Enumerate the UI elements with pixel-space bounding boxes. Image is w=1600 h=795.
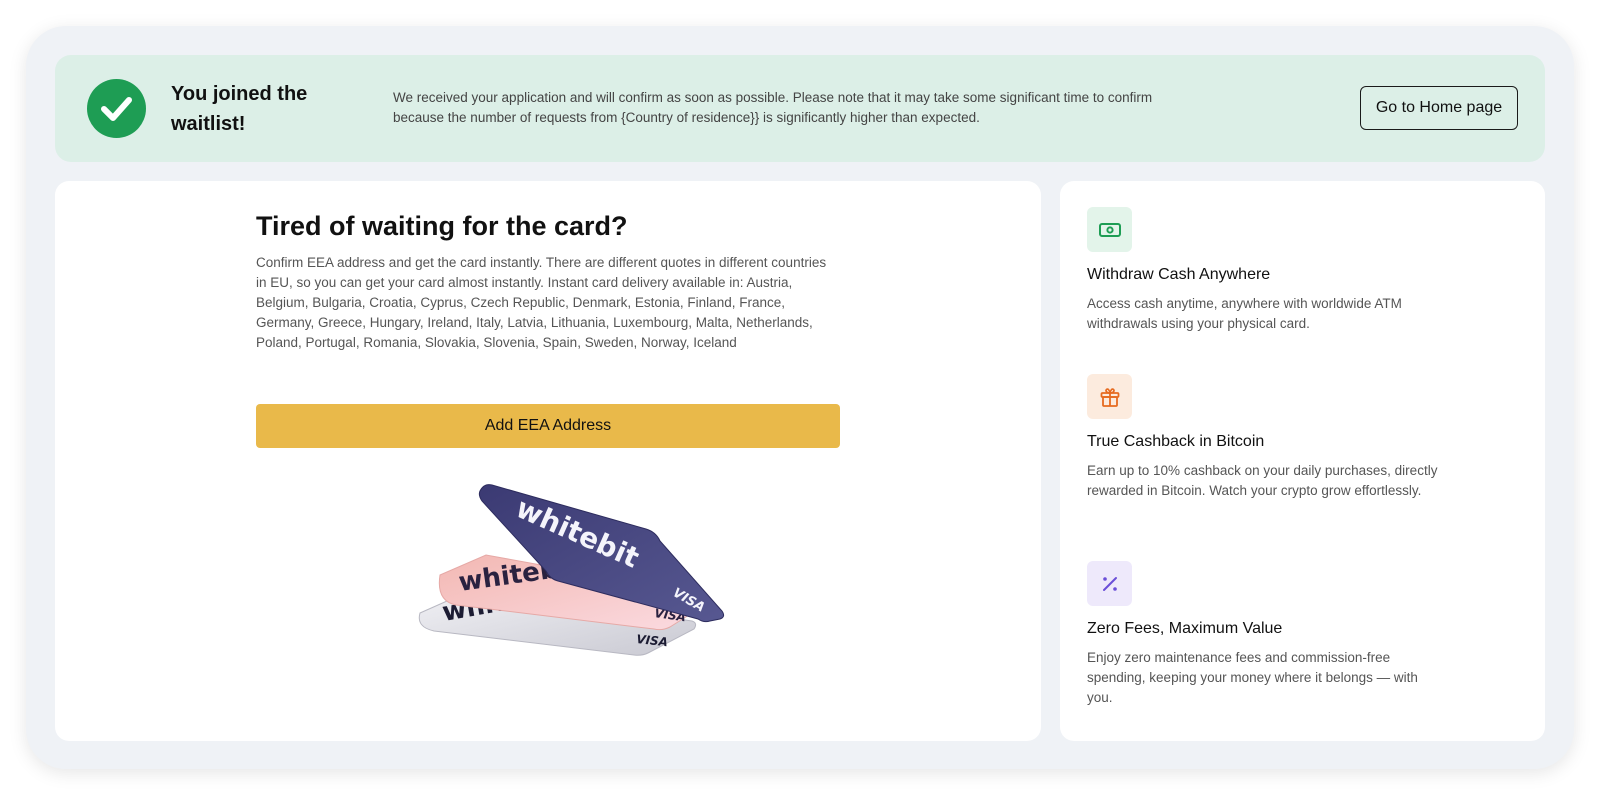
feature-description: Enjoy zero maintenance fees and commissi… — [1087, 650, 1418, 705]
promo-description: Confirm EEA address and get the card ins… — [256, 255, 827, 350]
app-frame: You joined the waitlist! We received you… — [26, 26, 1574, 769]
gift-icon — [1087, 374, 1132, 419]
banner-message: We received your application and will co… — [393, 90, 1153, 125]
percent-icon — [1087, 561, 1132, 606]
cards-illustration: whitebit VISA whitebit VISA whitebit VIS… — [418, 484, 725, 656]
go-home-button[interactable]: Go to Home page — [1360, 86, 1518, 130]
feature-cashback: True Cashback in Bitcoin Earn up to 10% … — [1087, 374, 1467, 501]
feature-title: True Cashback in Bitcoin — [1087, 433, 1265, 450]
waitlist-banner: You joined the waitlist! We received you… — [55, 55, 1545, 162]
features-card: Withdraw Cash Anywhere Access cash anyti… — [1060, 181, 1545, 741]
feature-description: Access cash anytime, anywhere with world… — [1087, 296, 1402, 331]
banner-title: You joined the waitlist! — [171, 83, 308, 135]
feature-description: Earn up to 10% cashback on your daily pu… — [1087, 463, 1438, 498]
promo-card: Tired of waiting for the card? Confirm E… — [55, 181, 1041, 741]
cash-icon — [1087, 207, 1132, 252]
add-eea-address-button[interactable]: Add EEA Address — [256, 404, 840, 448]
feature-withdraw-cash: Withdraw Cash Anywhere Access cash anyti… — [1087, 207, 1467, 334]
promo-title: Tired of waiting for the card? — [256, 211, 628, 241]
feature-zero-fees: Zero Fees, Maximum Value Enjoy zero main… — [1087, 561, 1467, 708]
feature-title: Withdraw Cash Anywhere — [1087, 266, 1271, 283]
feature-title: Zero Fees, Maximum Value — [1087, 620, 1283, 637]
promo-content: Tired of waiting for the card? Confirm E… — [256, 209, 840, 353]
check-icon — [87, 79, 146, 138]
